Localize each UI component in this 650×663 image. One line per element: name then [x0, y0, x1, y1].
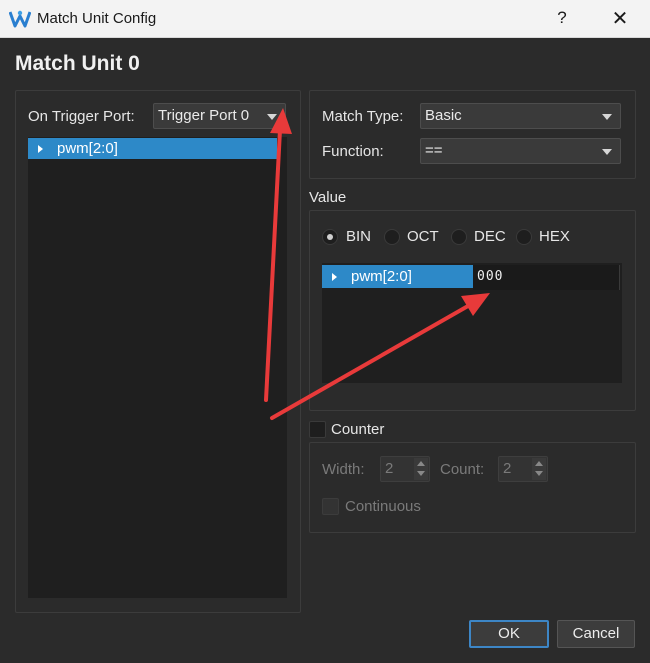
trigger-port-tree[interactable]: pwm[2:0] — [28, 137, 287, 598]
expand-arrow-icon[interactable] — [332, 273, 337, 281]
expand-arrow-icon[interactable] — [38, 145, 43, 153]
function-label: Function: — [322, 143, 384, 160]
step-down-icon — [417, 471, 425, 476]
trigger-port-dropdown[interactable]: Trigger Port 0 — [153, 103, 286, 129]
counter-label: Counter — [331, 421, 385, 438]
radix-bin-label: BIN — [346, 228, 372, 245]
radix-dec-radio[interactable] — [451, 229, 467, 245]
tree-item-label: pwm[2:0] — [57, 140, 118, 157]
value-signal-value: 000 — [477, 269, 504, 284]
function-dropdown[interactable]: == — [420, 138, 621, 164]
page-title: Match Unit 0 — [15, 52, 140, 75]
width-label: Width: — [322, 461, 365, 478]
value-table: pwm[2:0] 000 — [322, 263, 622, 383]
radix-bin-radio[interactable] — [322, 229, 338, 245]
radix-oct-radio[interactable] — [384, 229, 400, 245]
width-spinbox[interactable]: 2 — [380, 456, 430, 482]
step-up-icon — [535, 461, 543, 466]
chevron-down-icon — [602, 114, 612, 120]
chevron-down-icon — [267, 114, 277, 120]
counter-panel — [309, 442, 636, 533]
width-value: 2 — [385, 460, 394, 477]
help-button[interactable]: ? — [552, 8, 572, 28]
value-section-label: Value — [309, 189, 347, 206]
value-signal-row[interactable]: pwm[2:0] — [322, 265, 473, 288]
ok-button[interactable]: OK — [469, 620, 549, 648]
radix-dec-label: DEC — [474, 228, 506, 245]
match-type-value: Basic — [425, 107, 462, 124]
app-logo-icon — [9, 10, 31, 28]
width-stepper[interactable] — [414, 458, 428, 480]
radix-hex-radio[interactable] — [516, 229, 532, 245]
trigger-port-value: Trigger Port 0 — [158, 107, 250, 124]
step-down-icon — [535, 471, 543, 476]
value-signal-name: pwm[2:0] — [351, 268, 412, 285]
tree-item-pwm[interactable]: pwm[2:0] — [28, 138, 277, 159]
continuous-checkbox[interactable] — [322, 498, 339, 515]
close-button[interactable]: ✕ — [608, 6, 632, 31]
radix-oct-label: OCT — [407, 228, 439, 245]
match-type-label: Match Type: — [322, 108, 404, 125]
count-value: 2 — [503, 460, 512, 477]
step-up-icon — [417, 461, 425, 466]
function-value: == — [425, 142, 443, 159]
trigger-port-label: On Trigger Port: — [28, 108, 135, 125]
match-type-dropdown[interactable]: Basic — [420, 103, 621, 129]
radix-hex-label: HEX — [539, 228, 570, 245]
value-signal-input[interactable]: 000 — [473, 265, 620, 290]
count-stepper[interactable] — [532, 458, 546, 480]
cancel-button[interactable]: Cancel — [557, 620, 635, 648]
counter-checkbox[interactable] — [309, 421, 326, 438]
chevron-down-icon — [602, 149, 612, 155]
title-bar: Match Unit Config ? ✕ — [0, 0, 650, 38]
continuous-label: Continuous — [345, 498, 421, 515]
count-spinbox[interactable]: 2 — [498, 456, 548, 482]
window-title: Match Unit Config — [37, 10, 157, 27]
count-label: Count: — [440, 461, 485, 478]
